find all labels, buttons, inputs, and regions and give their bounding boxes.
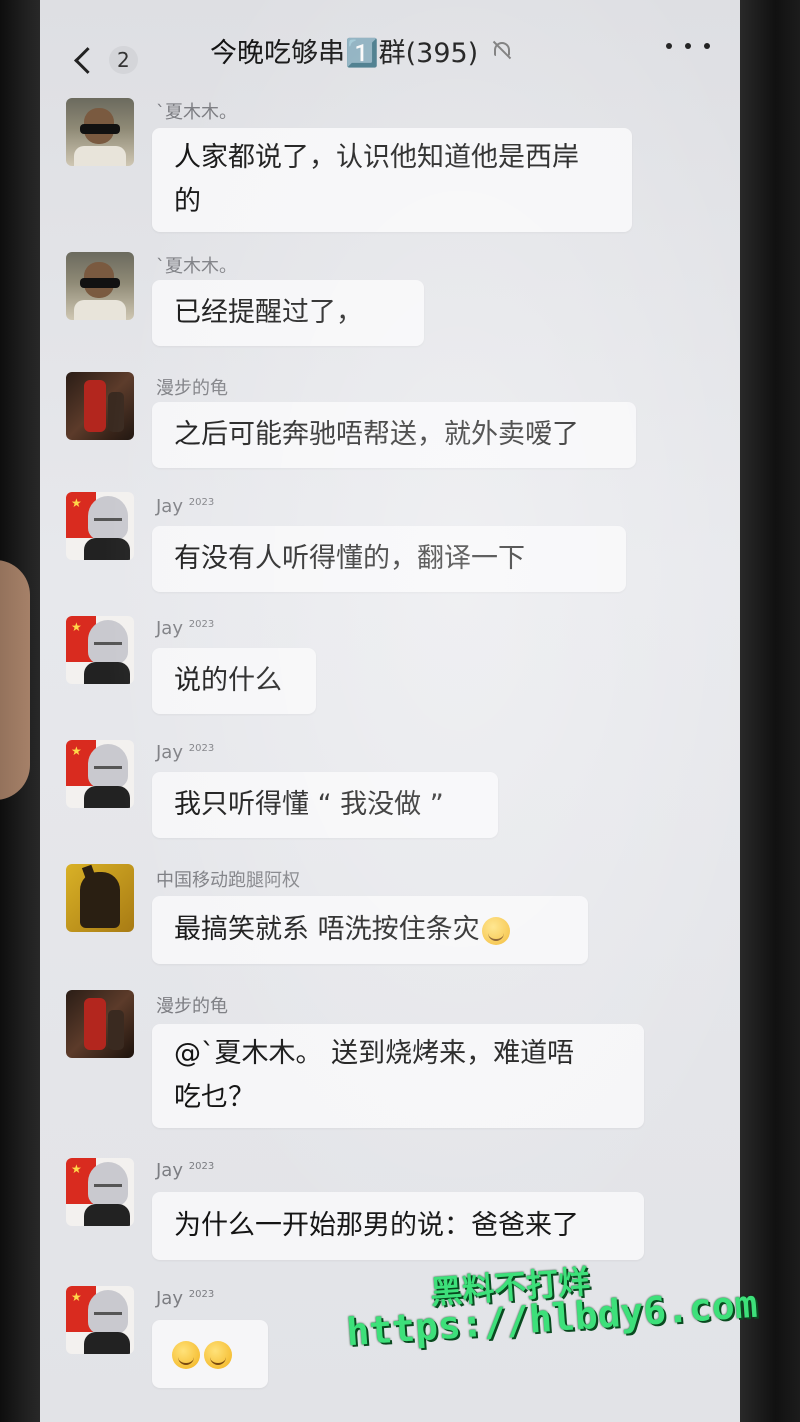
hand-over-mouth-emoji [481, 916, 510, 945]
bell-off-icon [492, 40, 512, 60]
more-options-button[interactable] [666, 34, 710, 58]
sender-name: Jay 2023 [156, 618, 215, 639]
sender-name: 漫步的龟 [156, 378, 228, 399]
message-bubble[interactable]: 为什么一开始那男的说：爸爸来了 [152, 1192, 644, 1260]
message-bubble[interactable]: @`夏木木。 送到烧烤来，难道唔 吃乜？ [152, 1024, 644, 1128]
avatar[interactable]: ★ [66, 1158, 134, 1226]
message-bubble[interactable]: 已经提醒过了， [152, 280, 424, 346]
sender-name: Jay 2023 [156, 742, 215, 763]
message-text-line: 人家都说了，认识他知道他是西岸 [174, 142, 579, 173]
smiling-face-emoji [172, 1340, 200, 1369]
message-bubble[interactable]: 最搞笑就系 唔洗按住条灾 [152, 896, 588, 964]
avatar[interactable]: ★ [66, 616, 134, 684]
sender-name: Jay 2023 [156, 1160, 215, 1181]
chat-header: 2 今晚吃够串1️⃣群(395) [40, 0, 740, 92]
sender-name: Jay 2023 [156, 1288, 215, 1309]
sender-name: 漫步的龟 [156, 996, 228, 1017]
message-text: 之后可能奔驰唔帮送，就外卖嗳了 [174, 419, 579, 450]
message-text: 已经提醒过了， [174, 297, 363, 328]
message-bubble[interactable] [152, 1320, 268, 1388]
chevron-left-icon [74, 46, 101, 74]
avatar[interactable]: ★ [66, 1286, 134, 1354]
more-horizontal-icon [666, 43, 672, 49]
message-text: 有没有人听得懂的，翻译一下 [174, 543, 525, 574]
message-bubble[interactable]: 之后可能奔驰唔帮送，就外卖嗳了 [152, 402, 636, 468]
page-title: 今晚吃够串1️⃣群(395) [210, 37, 479, 69]
avatar[interactable]: ★ [66, 492, 134, 560]
smiling-face-emoji [204, 1340, 232, 1369]
chat-screen: 2 今晚吃够串1️⃣群(395) `夏木木。 人家都说了，认识他知道他是西岸 的… [40, 0, 740, 1422]
message-text: 为什么一开始那男的说：爸爸来了 [174, 1210, 579, 1241]
message-text-line: @`夏木木。 送到烧烤来，难道唔 [174, 1038, 575, 1069]
message-text: 我只听得懂 “ 我没做 ” [174, 789, 444, 820]
sender-name: `夏木木。 [156, 102, 237, 123]
message-text: 最搞笑就系 唔洗按住条灾 [174, 914, 480, 945]
avatar[interactable]: ★ [66, 740, 134, 808]
back-button[interactable]: 2 [70, 40, 140, 80]
avatar[interactable] [66, 98, 134, 166]
message-text: 说的什么 [174, 665, 282, 696]
sender-name: 中国移动跑腿阿权 [156, 870, 300, 891]
message-bubble[interactable]: 有没有人听得懂的，翻译一下 [152, 526, 626, 592]
message-bubble[interactable]: 说的什么 [152, 648, 316, 714]
chat-title-area[interactable]: 今晚吃够串1️⃣群(395) [210, 30, 512, 70]
avatar[interactable] [66, 990, 134, 1058]
avatar[interactable] [66, 372, 134, 440]
avatar[interactable] [66, 252, 134, 320]
avatar[interactable] [66, 864, 134, 932]
sender-name: Jay 2023 [156, 496, 215, 517]
sender-name: `夏木木。 [156, 256, 237, 277]
message-text-line: 吃乜？ [174, 1082, 255, 1113]
message-text-line: 的 [174, 186, 201, 217]
message-bubble[interactable]: 我只听得懂 “ 我没做 ” [152, 772, 498, 838]
finger [0, 560, 30, 800]
phone-bezel-right [738, 0, 800, 1422]
unread-count-badge: 2 [109, 46, 138, 74]
message-bubble[interactable]: 人家都说了，认识他知道他是西岸 的 [152, 128, 632, 232]
